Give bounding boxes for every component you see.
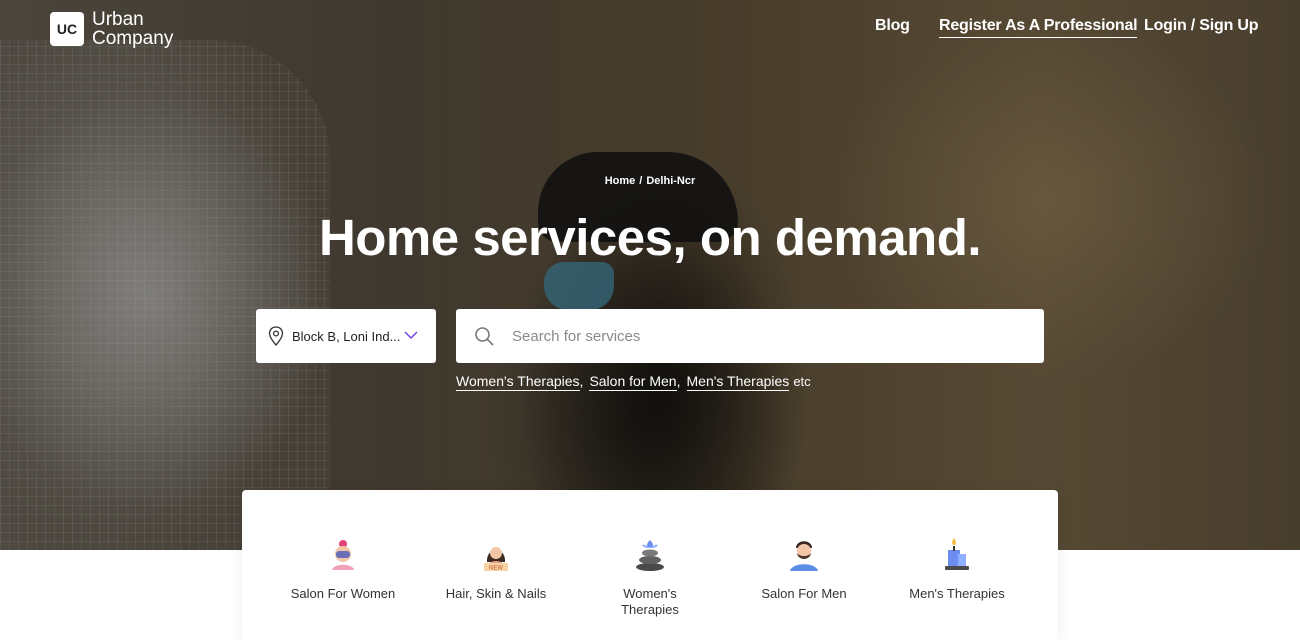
brand-mark: UC — [50, 12, 84, 46]
breadcrumb: Home / Delhi-Ncr — [0, 175, 1300, 187]
hair-skin-nails-icon: NEW — [484, 547, 508, 572]
mens-therapies-icon — [945, 538, 969, 570]
category-salon-men[interactable]: Salon For Men — [727, 490, 881, 630]
brand-name: Urban Company — [92, 10, 173, 48]
salon-men-icon — [790, 541, 818, 571]
search-input[interactable] — [512, 327, 1012, 345]
breadcrumb-separator: / — [639, 175, 643, 187]
location-value: Block B, Loni Ind... — [292, 328, 401, 344]
page-title: Home services, on demand. — [318, 209, 982, 266]
brand-name-line2: Company — [92, 28, 174, 49]
brand-logo[interactable]: UC Urban Company — [50, 10, 173, 48]
suggestion-link[interactable]: Women's Therapies — [456, 373, 580, 391]
category-salon-women[interactable]: Salon For Women — [266, 490, 420, 630]
category-card: Salon For Women NEW Hair, Skin & Nails W… — [242, 490, 1058, 640]
suggestion-etc: etc — [793, 374, 811, 389]
category-womens-therapies[interactable]: Women's Therapies — [573, 490, 727, 630]
salon-women-icon — [332, 540, 354, 570]
search-suggestions: Women's Therapies, Salon for Men, Men's Th… — [456, 373, 811, 391]
nav-register-link[interactable]: Register As A Professional — [939, 17, 1138, 38]
location-pin-icon — [268, 326, 284, 346]
nav-login-link[interactable]: Login / Sign Up — [1144, 17, 1259, 35]
chevron-down-icon — [404, 331, 418, 339]
breadcrumb-home[interactable]: Home — [605, 175, 636, 187]
category-label: Salon For Women — [290, 586, 396, 601]
suggestion-link[interactable]: Men's Therapies — [686, 373, 790, 391]
location-selector[interactable]: Block B, Loni Ind... — [256, 309, 436, 363]
nav-blog-link[interactable]: Blog — [875, 17, 910, 35]
category-hair-skin-nails[interactable]: NEW Hair, Skin & Nails — [419, 490, 573, 630]
category-mens-therapies[interactable]: Men's Therapies — [880, 490, 1034, 630]
category-label: Salon For Men — [761, 586, 847, 601]
category-label: Men's Therapies — [909, 586, 1005, 601]
category-label: Women's Therapies — [621, 586, 679, 617]
search-icon — [475, 327, 494, 346]
category-label: Hair, Skin & Nails — [445, 586, 547, 601]
hero-banner: UC Urban Company Blog Register As A Prof… — [0, 0, 1300, 550]
brand-name-line1: Urban — [92, 9, 144, 30]
breadcrumb-current: Delhi-Ncr — [646, 175, 696, 187]
suggestion-link[interactable]: Salon for Men — [589, 373, 677, 391]
search-box[interactable] — [456, 309, 1044, 363]
new-badge: NEW — [489, 566, 503, 572]
womens-therapies-icon — [636, 540, 664, 571]
